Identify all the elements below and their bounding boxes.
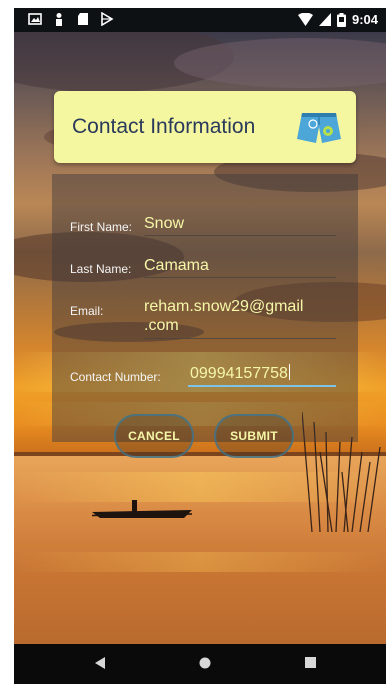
status-time: 9:04 — [351, 12, 378, 27]
play-store-icon — [101, 12, 114, 26]
email-input[interactable]: reham.snow29@gmail .com — [144, 297, 303, 335]
contact-number-input[interactable]: 09994157758 — [190, 364, 290, 383]
battery-icon — [336, 12, 346, 27]
recents-icon[interactable] — [304, 656, 317, 669]
last-name-label: Last Name: — [70, 262, 132, 276]
wifi-icon — [297, 13, 313, 26]
contact-number-label: Contact Number: — [70, 370, 161, 384]
email-value-line2: .com — [144, 317, 179, 334]
last-name-input[interactable]: Camama — [144, 256, 209, 275]
gallery-icon — [28, 13, 42, 25]
first-name-underline — [144, 235, 336, 236]
boat-silhouette — [92, 500, 192, 518]
status-left-icons — [28, 12, 114, 26]
sd-card-icon — [78, 13, 88, 25]
contact-form: First Name: Snow Last Name: Camama Email… — [52, 174, 358, 458]
device-screen: 9:04 Contact Information First Name: Sno… — [14, 8, 386, 684]
last-name-underline — [144, 277, 336, 278]
navigation-bar — [14, 644, 386, 684]
person-icon — [56, 13, 62, 26]
text-cursor — [288, 364, 290, 380]
shorts-icon — [297, 113, 341, 143]
first-name-input[interactable]: Snow — [144, 214, 184, 233]
page-title: Contact Information — [72, 115, 256, 138]
email-underline — [144, 338, 336, 339]
back-icon[interactable] — [94, 656, 106, 670]
cancel-button[interactable]: CANCEL — [114, 414, 194, 458]
email-label: Email: — [70, 304, 104, 318]
home-icon[interactable] — [198, 656, 212, 670]
submit-button[interactable]: SUBMIT — [214, 414, 294, 458]
contact-number-value: 09994157758 — [190, 365, 288, 382]
status-bar: 9:04 — [14, 8, 386, 32]
first-name-label: First Name: — [70, 220, 133, 234]
email-value-line1: reham.snow29@gmail — [144, 298, 304, 315]
contact-number-underline — [188, 385, 336, 387]
status-right-icons: 9:04 — [297, 12, 378, 27]
title-card: Contact Information — [54, 91, 356, 163]
signal-icon — [318, 13, 331, 26]
